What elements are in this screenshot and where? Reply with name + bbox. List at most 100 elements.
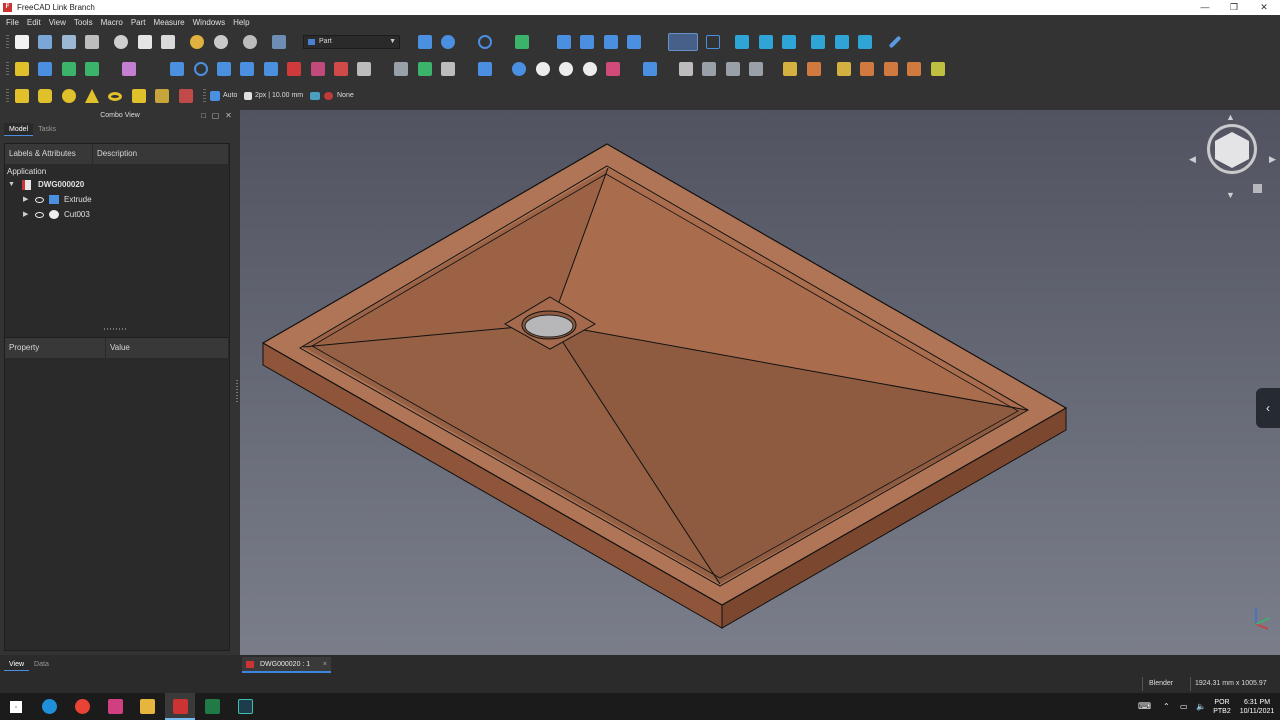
tube-primitive-icon[interactable] — [132, 89, 146, 103]
menu-windows[interactable]: Windows — [189, 18, 229, 27]
tab-tasks[interactable]: Tasks — [33, 123, 61, 136]
measure-toggle-delta-icon[interactable] — [931, 62, 945, 76]
measure-distance-icon[interactable] — [888, 35, 902, 49]
excel-icon[interactable] — [205, 699, 220, 714]
menu-view[interactable]: View — [45, 18, 70, 27]
copy-icon[interactable] — [138, 35, 152, 49]
material-icon[interactable] — [310, 92, 320, 100]
print-icon[interactable] — [85, 35, 99, 49]
projection-icon[interactable] — [749, 62, 763, 76]
toolbar-grip[interactable] — [6, 89, 9, 104]
language-indicator[interactable]: POR PTB2 — [1209, 693, 1235, 720]
nav-cube-menu-icon[interactable] — [1253, 184, 1262, 193]
isometric-cube-icon[interactable] — [706, 35, 720, 49]
keyboard-icon[interactable]: ⌨ — [1138, 693, 1151, 720]
cut-scissors-icon[interactable] — [114, 35, 128, 49]
box-primitive-icon[interactable] — [15, 89, 29, 103]
bounding-box-icon[interactable] — [515, 35, 529, 49]
view-left-arrow-icon[interactable] — [557, 35, 571, 49]
defeaturing-icon[interactable] — [726, 62, 740, 76]
terminal-app-icon[interactable] — [238, 699, 253, 714]
extrude-tool-icon[interactable] — [170, 62, 184, 76]
tree-item-extrude[interactable]: Extrude — [64, 193, 92, 207]
panel-splitter[interactable] — [236, 380, 238, 404]
cross-sections-icon[interactable] — [418, 62, 432, 76]
menu-edit[interactable]: Edit — [23, 18, 45, 27]
panel-restore-icon[interactable]: □ — [199, 111, 208, 120]
open-folder-icon[interactable] — [38, 35, 52, 49]
photos-app-icon[interactable] — [108, 699, 123, 714]
nav-arrow-left-icon[interactable]: ◀ — [1189, 154, 1196, 165]
edge-browser-icon[interactable] — [42, 699, 57, 714]
tree-item-cut003[interactable]: Cut003 — [64, 208, 90, 222]
axonometric-view-icon[interactable] — [668, 33, 698, 51]
3d-viewport[interactable]: ◀ ▶ ▲ ▼ ‹ — [240, 110, 1280, 655]
chevron-down-icon[interactable]: ▼ — [8, 181, 15, 188]
redo-icon[interactable] — [214, 35, 228, 49]
measure-clear-icon[interactable] — [860, 62, 874, 76]
compound-icon[interactable] — [679, 62, 693, 76]
std-views-icon[interactable] — [627, 35, 641, 49]
property-view[interactable]: Property Value — [4, 337, 230, 651]
close-icon[interactable]: ✕ — [1249, 0, 1279, 15]
network-icon[interactable]: ▭ — [1180, 693, 1188, 720]
make-face-icon[interactable] — [287, 62, 301, 76]
ruled-surface-icon[interactable] — [311, 62, 325, 76]
view-top-icon[interactable] — [759, 35, 773, 49]
file-explorer-icon[interactable] — [140, 699, 155, 714]
offset-icon[interactable] — [441, 62, 455, 76]
toolbar-grip[interactable] — [203, 89, 206, 104]
part-folder-icon[interactable] — [38, 62, 52, 76]
new-document-icon[interactable] — [15, 35, 29, 49]
revolve-icon[interactable] — [194, 62, 208, 76]
property-header[interactable]: Property — [5, 338, 106, 358]
nav-arrow-down-icon[interactable]: ▼ — [1226, 190, 1235, 200]
join-features-icon[interactable] — [606, 62, 620, 76]
sketch-icon[interactable] — [122, 62, 136, 76]
measure-refresh-icon[interactable] — [837, 62, 851, 76]
part-import-icon[interactable] — [15, 62, 29, 76]
paste-icon[interactable] — [161, 35, 175, 49]
view-left-icon[interactable] — [858, 35, 872, 49]
tree-header-labels[interactable]: Labels & Attributes — [5, 144, 93, 164]
loft-icon[interactable] — [334, 62, 348, 76]
chevron-left-icon[interactable]: ‹ — [1256, 388, 1280, 428]
close-tab-icon[interactable]: × — [323, 657, 327, 672]
fit-selection-icon[interactable] — [441, 35, 455, 49]
cut-tool-icon[interactable] — [536, 62, 550, 76]
tree-document[interactable]: DWG000020 — [38, 178, 84, 192]
document-tab[interactable]: DWG000020 : 1 × — [242, 657, 331, 673]
material-label[interactable]: None — [337, 92, 354, 99]
tree-header-description[interactable]: Description — [93, 144, 229, 164]
workbench-selector[interactable]: Part ▼ — [303, 35, 400, 49]
volume-icon[interactable]: 🔈 — [1196, 693, 1206, 720]
primitives-icon[interactable] — [155, 89, 169, 103]
nav-arrow-up-icon[interactable]: ▲ — [1226, 112, 1235, 122]
view-bottom-icon[interactable] — [835, 35, 849, 49]
clock[interactable]: 6:31 PM 10/11/2021 — [1236, 693, 1278, 720]
line-width-icon[interactable] — [244, 92, 252, 100]
value-header[interactable]: Value — [106, 338, 229, 358]
nav-arrow-right-icon[interactable]: ▶ — [1269, 154, 1276, 165]
menu-macro[interactable]: Macro — [97, 18, 127, 27]
visibility-eye-icon[interactable] — [35, 212, 44, 218]
minimize-icon[interactable]: — — [1190, 0, 1220, 15]
undo-icon[interactable] — [190, 35, 204, 49]
chevron-right-icon[interactable]: ▶ — [23, 210, 28, 218]
draw-style-icon[interactable] — [478, 35, 492, 49]
cone-primitive-icon[interactable] — [85, 89, 99, 103]
view-front-icon[interactable] — [735, 35, 749, 49]
chevron-up-icon[interactable]: ⌃ — [1163, 693, 1170, 720]
splitter-handle[interactable] — [104, 328, 128, 330]
toolbar-grip[interactable] — [6, 35, 9, 50]
chrome-icon[interactable] — [75, 699, 90, 714]
measure-toggle-3d-icon[interactable] — [907, 62, 921, 76]
tab-model[interactable]: Model — [4, 123, 34, 136]
toolbar-grip[interactable] — [6, 62, 9, 77]
mirror-icon[interactable] — [217, 62, 231, 76]
fuse-icon[interactable] — [559, 62, 573, 76]
link-icon[interactable] — [62, 62, 76, 76]
tab-view[interactable]: View — [4, 658, 30, 671]
measure-toggle-all-icon[interactable] — [884, 62, 898, 76]
navigation-style[interactable]: Blender — [1142, 677, 1179, 691]
